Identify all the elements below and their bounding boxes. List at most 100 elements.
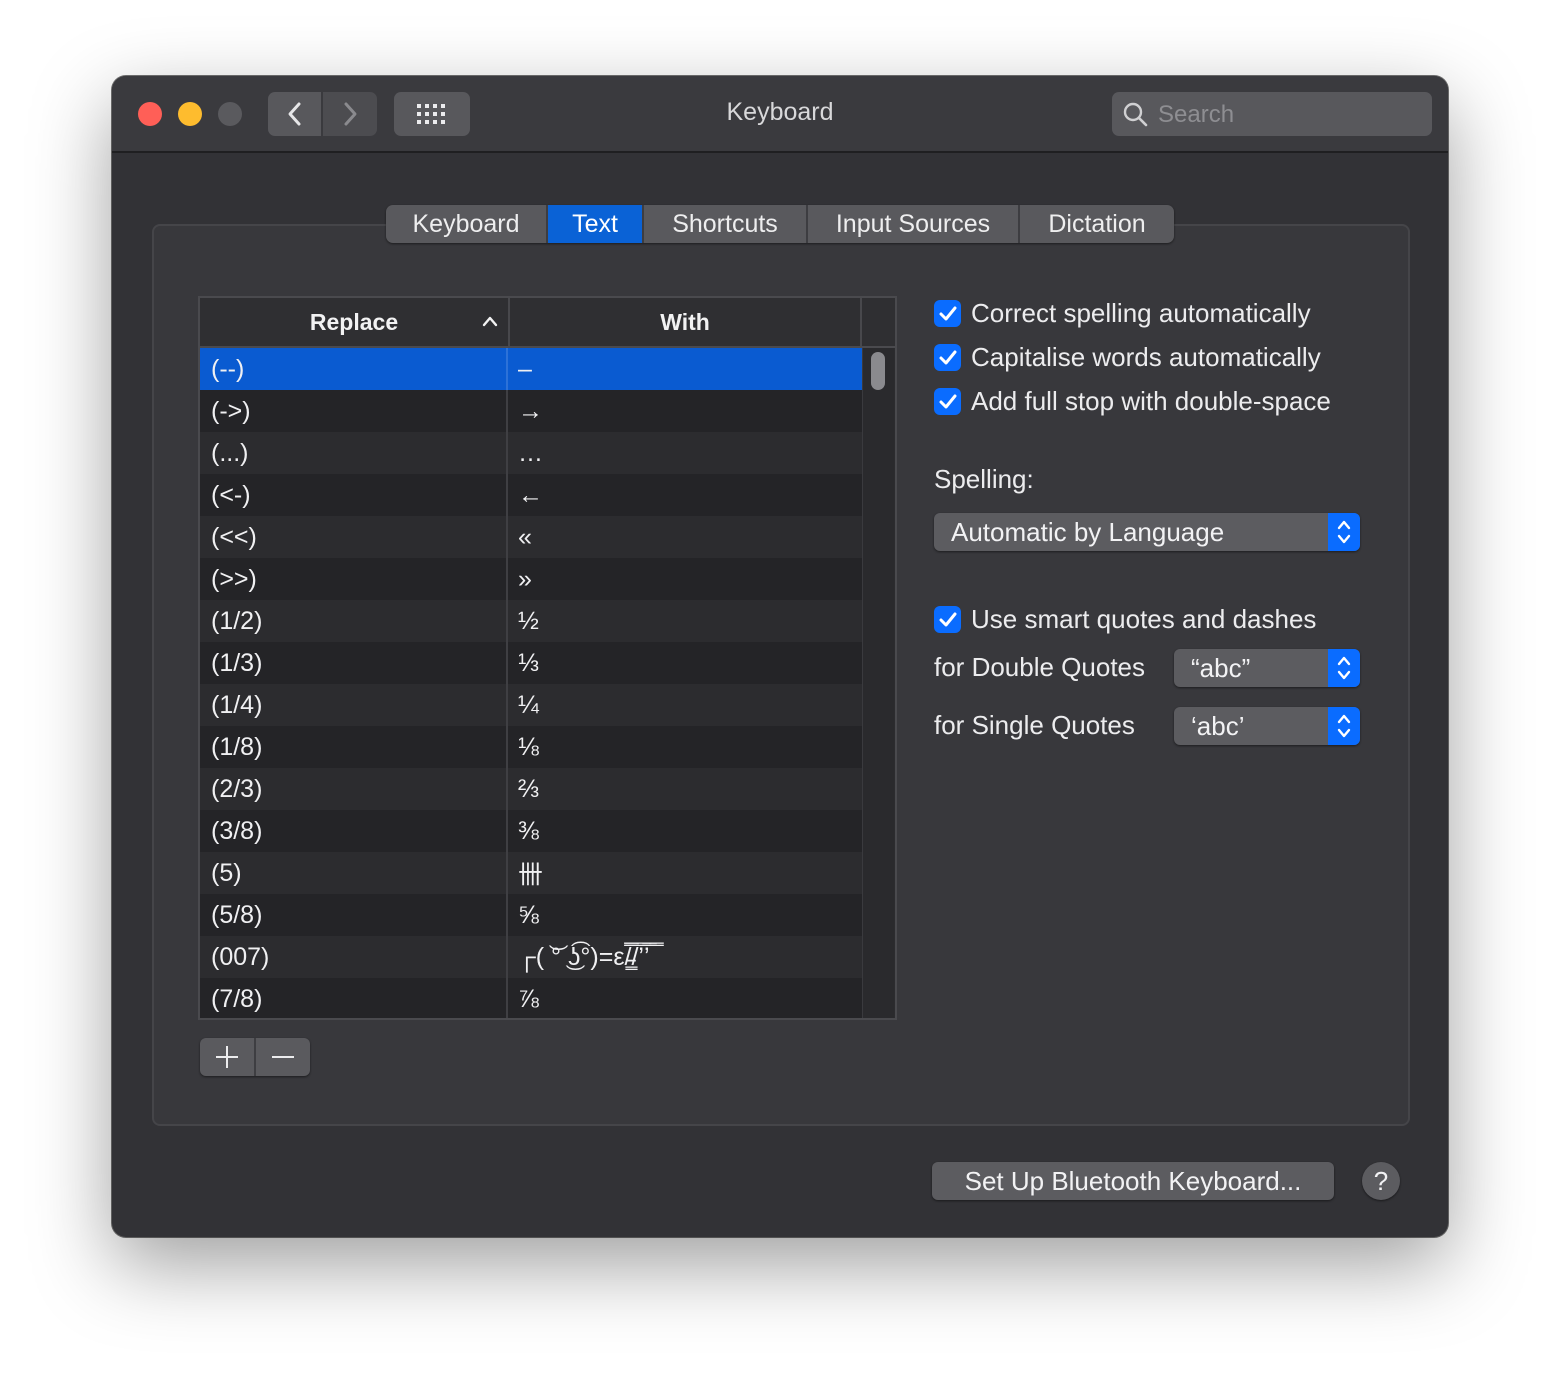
- table-row[interactable]: (->) →: [200, 390, 862, 432]
- with-cell[interactable]: »: [508, 558, 862, 600]
- correct-spelling-option[interactable]: Correct spelling automatically: [934, 298, 1311, 329]
- table-row[interactable]: (--) –: [200, 348, 862, 390]
- replace-cell[interactable]: (...): [200, 432, 508, 474]
- scrollbar-thumb[interactable]: [871, 352, 885, 390]
- replace-cell[interactable]: (->): [200, 390, 508, 432]
- with-cell[interactable]: ⅛: [508, 726, 862, 768]
- table-header: Replace With: [200, 298, 895, 348]
- help-button[interactable]: ?: [1362, 1162, 1400, 1200]
- add-replacement-button[interactable]: [200, 1038, 256, 1076]
- correct-spelling-checkbox[interactable]: [934, 300, 961, 327]
- search-input[interactable]: [1156, 92, 1420, 138]
- replace-cell[interactable]: (5/8): [200, 894, 508, 936]
- replace-cell[interactable]: (7/8): [200, 978, 508, 1018]
- text-replacement-table: Replace With (--) – (->) → (...)… (<-) ← (<…: [198, 296, 897, 1020]
- updown-chevron-icon: [1328, 513, 1360, 551]
- table-row[interactable]: (007) ┌( ͝° ͜ʖ͡°)=ε/̵͇̿̿/’̿’̿ ̿: [200, 936, 862, 978]
- table-scrollbar[interactable]: [862, 348, 894, 1018]
- replace-cell[interactable]: (<-): [200, 474, 508, 516]
- table-row[interactable]: (3/8) ⅜: [200, 810, 862, 852]
- column-header-with[interactable]: With: [510, 298, 862, 346]
- column-header-with-label: With: [660, 308, 710, 335]
- with-cell[interactable]: –: [508, 348, 862, 390]
- sort-ascending-icon: [482, 316, 498, 327]
- replace-cell[interactable]: (1/3): [200, 642, 508, 684]
- tab-dictation[interactable]: Dictation: [1020, 205, 1174, 243]
- single-quotes-popup[interactable]: ‘abc’: [1174, 707, 1360, 745]
- with-cell[interactable]: ┌( ͝° ͜ʖ͡°)=ε/̵͇̿̿/’̿’̿ ̿: [508, 936, 862, 978]
- table-row[interactable]: (...)…: [200, 432, 862, 474]
- with-cell[interactable]: 卌: [508, 852, 862, 894]
- table-row[interactable]: (1/8) ⅛: [200, 726, 862, 768]
- with-cell[interactable]: ⅓: [508, 642, 862, 684]
- table-row[interactable]: (<-) ←: [200, 474, 862, 516]
- column-header-replace[interactable]: Replace: [200, 298, 510, 346]
- table-row[interactable]: (7/8) ⅞: [200, 978, 862, 1018]
- checkmark-icon: [939, 394, 956, 408]
- capitalise-words-checkbox[interactable]: [934, 344, 961, 371]
- full-stop-checkbox[interactable]: [934, 388, 961, 415]
- remove-replacement-button[interactable]: [256, 1038, 310, 1076]
- replace-cell[interactable]: (<<): [200, 516, 508, 558]
- column-header-replace-label: Replace: [309, 308, 399, 335]
- table-row[interactable]: (1/2) ½: [200, 600, 862, 642]
- replace-cell[interactable]: (007): [200, 936, 508, 978]
- double-quotes-value: “abc”: [1191, 653, 1251, 683]
- preferences-window: Keyboard Keyboard Text Shortcuts Input S…: [112, 76, 1448, 1237]
- spelling-popup[interactable]: Automatic by Language: [934, 513, 1360, 551]
- spelling-popup-value: Automatic by Language: [951, 517, 1225, 547]
- with-cell[interactable]: ½: [508, 600, 862, 642]
- table-body: (--) – (->) → (...)… (<-) ← (<<) « (>>)» (1/…: [200, 348, 862, 1018]
- with-cell[interactable]: ⅞: [508, 978, 862, 1018]
- with-cell[interactable]: ←: [508, 474, 862, 516]
- full-stop-option[interactable]: Add full stop with double-space: [934, 386, 1331, 417]
- with-cell[interactable]: ⅜: [508, 810, 862, 852]
- replace-cell[interactable]: (2/3): [200, 768, 508, 810]
- setup-bluetooth-keyboard-button[interactable]: Set Up Bluetooth Keyboard...: [932, 1162, 1334, 1200]
- tab-shortcuts[interactable]: Shortcuts: [644, 205, 808, 243]
- add-remove-control: [200, 1038, 310, 1076]
- checkmark-icon: [939, 306, 956, 320]
- with-cell[interactable]: →: [508, 390, 862, 432]
- single-quotes-value: ‘abc’: [1191, 711, 1245, 741]
- replace-cell[interactable]: (1/2): [200, 600, 508, 642]
- capitalise-words-option[interactable]: Capitalise words automatically: [934, 342, 1321, 373]
- checkmark-icon: [939, 612, 956, 626]
- table-row[interactable]: (5) 卌: [200, 852, 862, 894]
- double-quotes-label: for Double Quotes: [934, 652, 1146, 682]
- search-icon: [1123, 102, 1148, 127]
- smart-quotes-checkbox[interactable]: [934, 606, 961, 633]
- correct-spelling-label: Correct spelling automatically: [971, 298, 1311, 328]
- with-cell[interactable]: …: [508, 432, 862, 474]
- single-quotes-label: for Single Quotes: [934, 710, 1135, 740]
- replace-cell[interactable]: (3/8): [200, 810, 508, 852]
- with-cell[interactable]: «: [508, 516, 862, 558]
- replace-cell[interactable]: (--): [200, 348, 508, 390]
- table-row[interactable]: (<<) «: [200, 516, 862, 558]
- table-row[interactable]: (>>)»: [200, 558, 862, 600]
- tab-keyboard[interactable]: Keyboard: [386, 205, 548, 243]
- replace-cell[interactable]: (1/4): [200, 684, 508, 726]
- replace-cell[interactable]: (5): [200, 852, 508, 894]
- replace-cell[interactable]: (1/8): [200, 726, 508, 768]
- tab-input-sources[interactable]: Input Sources: [808, 205, 1020, 243]
- plus-icon: [216, 1046, 238, 1068]
- with-cell[interactable]: ¼: [508, 684, 862, 726]
- updown-chevron-icon: [1328, 649, 1360, 687]
- spelling-label: Spelling:: [934, 464, 1034, 494]
- with-cell[interactable]: ⅝: [508, 894, 862, 936]
- smart-quotes-option[interactable]: Use smart quotes and dashes: [934, 604, 1316, 635]
- tab-text[interactable]: Text: [548, 205, 644, 243]
- double-quotes-popup[interactable]: “abc”: [1174, 649, 1360, 687]
- capitalise-words-label: Capitalise words automatically: [971, 342, 1321, 372]
- table-row[interactable]: (5/8) ⅝: [200, 894, 862, 936]
- replace-cell[interactable]: (>>): [200, 558, 508, 600]
- smart-quotes-label: Use smart quotes and dashes: [971, 604, 1317, 634]
- table-row[interactable]: (2/3) ⅔: [200, 768, 862, 810]
- with-cell[interactable]: ⅔: [508, 768, 862, 810]
- table-row[interactable]: (1/3) ⅓: [200, 642, 862, 684]
- search-field[interactable]: [1112, 92, 1432, 138]
- table-row[interactable]: (1/4) ¼: [200, 684, 862, 726]
- checkmark-icon: [939, 350, 956, 364]
- tab-bar: Keyboard Text Shortcuts Input Sources Di…: [386, 205, 1174, 243]
